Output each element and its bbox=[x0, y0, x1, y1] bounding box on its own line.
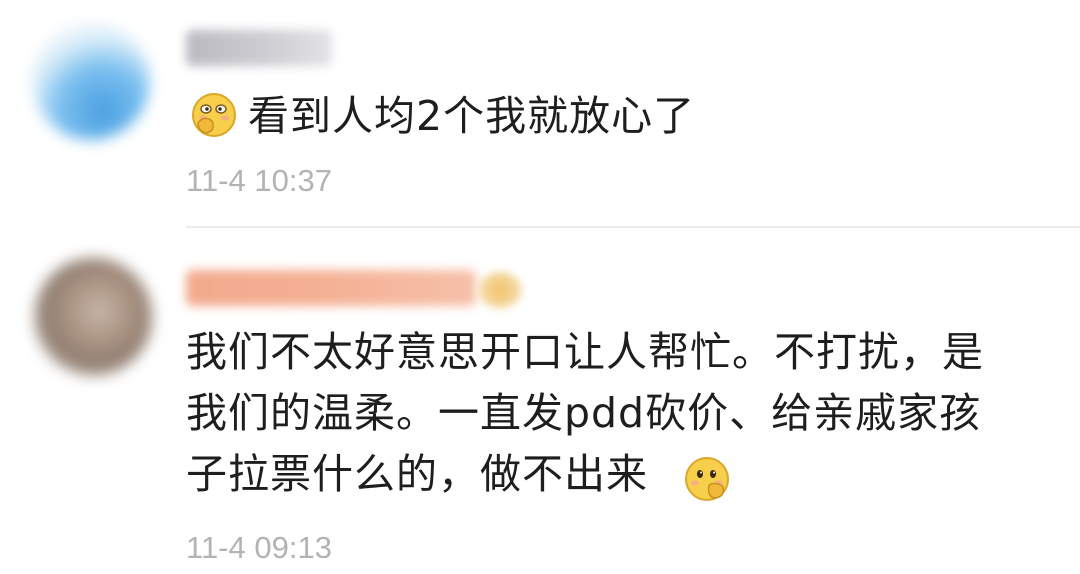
avatar[interactable] bbox=[34, 258, 152, 376]
comment-timestamp: 11-4 10:37 bbox=[186, 163, 332, 198]
comment-timestamp: 11-4 09:13 bbox=[186, 530, 332, 565]
user-badge-icon bbox=[478, 272, 522, 308]
comment-text: 我们不太好意思开口让人帮忙。不打扰，是 我们的温柔。一直发pdd砍价、给亲戚家孩… bbox=[186, 322, 984, 505]
username-blurred[interactable] bbox=[186, 270, 476, 306]
username-blurred[interactable] bbox=[186, 30, 332, 66]
comment-text-line: 子拉票什么的，做不出来 bbox=[186, 450, 648, 498]
shy-emoji-icon bbox=[685, 457, 729, 501]
shy-emoji-icon bbox=[192, 93, 236, 137]
divider bbox=[186, 226, 1080, 228]
comment-text-line: 我们不太好意思开口让人帮忙。不打扰，是 bbox=[186, 328, 984, 376]
avatar[interactable] bbox=[32, 22, 150, 140]
comment-text: 看到人均2个我就放心了 bbox=[248, 92, 696, 140]
comment-text-line: 我们的温柔。一直发pdd砍价、给亲戚家孩 bbox=[186, 389, 982, 437]
